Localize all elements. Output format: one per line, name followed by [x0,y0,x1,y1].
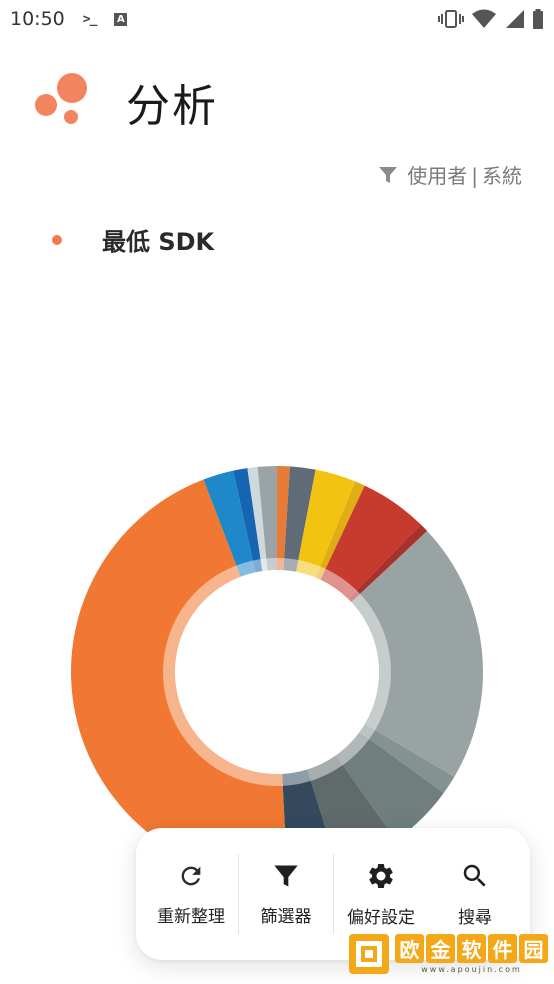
filter-separator: | [471,164,478,188]
legend-dot [52,234,62,245]
refresh-label: 重新整理 [157,906,225,927]
watermark-char: 件 [488,934,517,963]
battery-icon [533,9,543,29]
signal-icon [506,10,524,28]
watermark-char: 园 [519,934,548,963]
search-icon [463,864,486,887]
gear-icon [369,863,393,888]
filter-option-system[interactable]: 系統 [482,164,522,188]
watermark: 欧 金 软 件 园 www.apoujin.com [347,932,548,976]
donut-chart[interactable] [0,440,554,840]
status-right [438,9,544,29]
terminal-icon: >_ [82,11,98,27]
status-left: 10:50 >_ A [10,8,128,30]
funnel-icon [274,865,298,886]
filter-label: 篩選器 [260,906,312,927]
refresh-icon [181,866,201,885]
search-label: 搜尋 [458,907,492,928]
filter-icon[interactable] [379,166,398,184]
donut-hole [175,570,379,774]
filter-option-user[interactable]: 使用者 [407,164,467,188]
watermark-char: 金 [426,934,455,963]
watermark-chars: 欧 金 软 件 园 [395,934,548,963]
legend-label: 最低 SDK [102,228,215,256]
filter-button[interactable]: 篩選器 [239,828,333,960]
watermark-url: www.apoujin.com [421,965,522,974]
page-title: 分析 [126,81,218,132]
filter-row[interactable]: 使用者 | 系統 [379,160,522,189]
watermark-text: 欧 金 软 件 园 www.apoujin.com [395,934,548,974]
bubbles-logo-icon [35,73,87,124]
refresh-button[interactable]: 重新整理 [144,828,238,960]
settings-label: 偏好設定 [347,907,415,928]
status-bar: 10:50 >_ A [0,0,554,38]
watermark-logo-icon [349,934,389,974]
vibrate-icon [438,10,464,28]
watermark-char: 软 [457,934,486,963]
a-box-icon: A [114,12,128,26]
watermark-char: 欧 [395,934,424,963]
status-time: 10:50 [10,8,65,30]
wifi-icon [472,9,496,28]
legend-item: 最低 SDK [52,222,214,257]
